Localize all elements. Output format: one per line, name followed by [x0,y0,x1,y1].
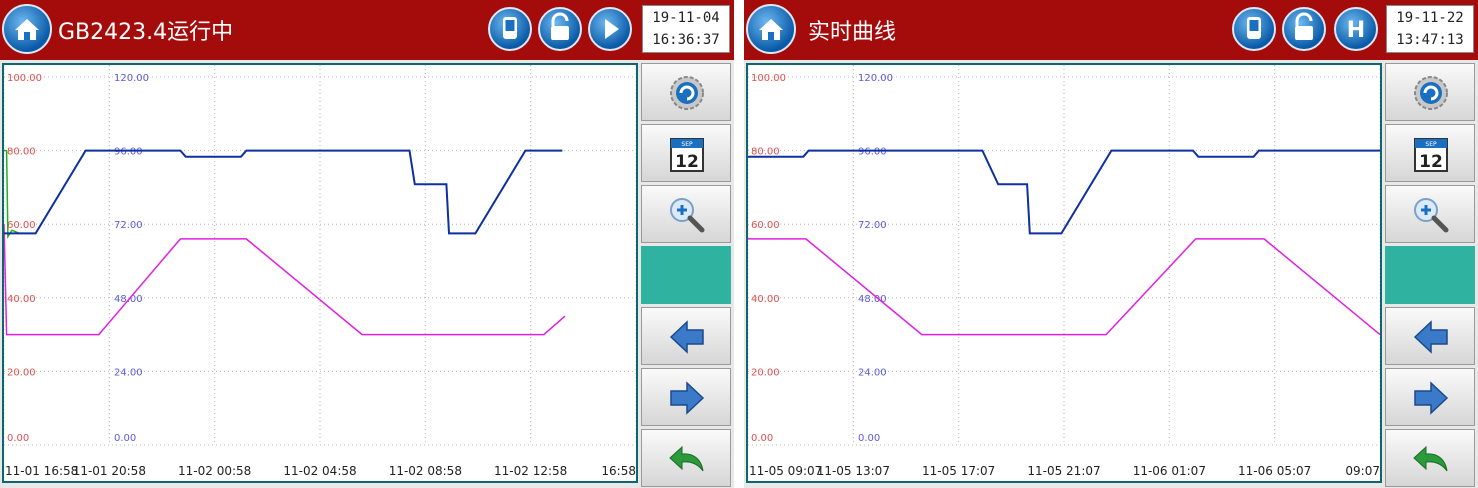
settings-gear-icon [1414,76,1448,110]
trend-chart-plot: 0.0020.0040.0060.0080.00100.000.0024.004… [4,65,636,478]
trend-chart: 0.00 20.00 40.00 60.00 80.00 100.00 0.00 24.00 4… [746,63,1382,483]
sidebar: SEP 12 [1385,63,1478,488]
arrow-left-icon [1413,320,1448,354]
datetime-display: 19-11-04 16:36:37 [642,5,730,53]
empty-slot [1385,246,1475,304]
panel-running: GB2423.4运行中 19-11-04 16:36:37 0.00 20.00 4… [0,0,734,488]
right-axis-tick-label: 120.00 [114,73,149,84]
unlock-icon[interactable] [1282,7,1326,51]
x-axis-tick-label: 11-06 05:07 [1238,464,1311,478]
left-axis-tick-label: 60.00 [751,220,780,231]
clock-date: 19-11-22 [1396,10,1464,26]
x-axis-tick-label: 11-01 16:58 [5,464,78,478]
calendar-day: 12 [675,152,699,172]
x-axis-tick-label: 16:58 [601,464,636,478]
right-axis-tick-label: 96.00 [858,147,887,158]
right-axis-tick-label: 96.00 [114,147,143,158]
calendar-button[interactable]: SEP 12 [1385,124,1475,182]
clock-date: 19-11-04 [652,10,720,26]
x-axis-tick-label: 11-01 20:58 [73,464,146,478]
hold-letter: H [1347,18,1365,43]
hold-icon[interactable]: H [1334,7,1378,51]
series-line [4,224,566,336]
series-line [4,149,563,239]
trend-chart: 0.00 20.00 40.00 60.00 80.00 100.00 0.00 24.00 4… [2,63,638,483]
left-axis-tick-label: 20.00 [751,367,780,378]
scroll-right-button[interactable] [641,368,731,426]
right-axis-tick-label: 72.00 [114,220,143,231]
series-line [4,149,563,235]
settings-gear-icon [670,76,704,110]
calendar-day: 12 [1419,152,1443,172]
home-icon[interactable] [746,4,796,54]
play-icon[interactable] [588,7,632,51]
x-axis-tick-label: 11-02 04:58 [283,464,356,478]
scroll-left-button[interactable] [1385,307,1475,365]
settings-button[interactable] [641,63,731,121]
calendar-icon: SEP 12 [1414,138,1448,172]
series-line [748,149,1380,235]
x-axis-tick-label: 11-05 21:07 [1027,464,1100,478]
x-axis-tick-label: 11-06 01:07 [1133,464,1206,478]
x-axis-tick-label: 11-02 12:58 [494,464,567,478]
left-axis-tick-label: 100.00 [751,73,786,84]
left-axis-tick-label: 100.00 [7,73,42,84]
header-bar: GB2423.4运行中 19-11-04 16:36:37 [0,0,734,60]
x-axis-tick-label: 11-05 09:07 [749,464,822,478]
header-bar: 实时曲线 H 19-11-22 13:47:13 [744,0,1478,60]
right-axis-tick-label: 24.00 [114,367,143,378]
right-axis-tick-label: 120.00 [858,73,893,84]
left-axis-tick-label: 60.00 [7,220,36,231]
zoom-button[interactable] [641,185,731,243]
panel-realtime: 实时曲线 H 19-11-22 13:47:13 0.00 20.00 40.00 6… [744,0,1478,488]
home-icon[interactable] [2,4,52,54]
x-axis-tick-label: 11-02 00:58 [178,464,251,478]
x-axis-tick-label: 11-02 08:58 [389,464,462,478]
scroll-right-button[interactable] [1385,368,1475,426]
right-axis-tick-label: 0.00 [858,433,880,444]
return-icon [669,445,704,472]
right-axis-tick-label: 0.00 [114,433,136,444]
right-axis-tick-label: 48.00 [858,294,887,305]
right-axis-tick-label: 24.00 [858,367,887,378]
left-axis-tick-label: 0.00 [7,433,29,444]
zoom-button[interactable] [1385,185,1475,243]
settings-button[interactable] [1385,63,1475,121]
left-axis-tick-label: 20.00 [7,367,36,378]
x-axis-tick-label: 11-05 17:07 [922,464,995,478]
zoom-in-icon [1414,198,1449,233]
page-title: 实时曲线 [808,20,897,45]
x-axis-tick-label: 11-05 13:07 [817,464,890,478]
sidebar: SEP 12 [641,63,734,488]
calendar-month: SEP [1425,141,1437,148]
calendar-button[interactable]: SEP 12 [641,124,731,182]
arrow-right-icon [670,381,705,415]
right-axis-tick-label: 72.00 [858,220,887,231]
calendar-icon: SEP 12 [670,138,704,172]
left-axis-tick-label: 40.00 [7,294,36,305]
back-button[interactable] [641,429,731,487]
page-title: GB2423.4运行中 [58,20,234,45]
arrow-right-icon [1414,381,1449,415]
left-axis-tick-label: 80.00 [7,147,36,158]
left-axis-tick-label: 0.00 [751,433,773,444]
clock-time: 16:36:37 [652,32,720,48]
empty-slot [641,246,731,304]
back-button[interactable] [1385,429,1475,487]
return-icon [1413,445,1448,472]
trend-chart-plot: 0.0020.0040.0060.0080.00100.000.0024.004… [748,65,1380,478]
zoom-in-icon [670,198,705,233]
series-line [748,149,1380,235]
device-icon[interactable] [1232,7,1276,51]
clock-time: 13:47:13 [1396,32,1464,48]
unlock-icon[interactable] [538,7,582,51]
x-axis-tick-label: 09:07 [1345,464,1380,478]
device-icon[interactable] [488,7,532,51]
left-axis-tick-label: 40.00 [751,294,780,305]
scroll-left-button[interactable] [641,307,731,365]
calendar-month: SEP [681,141,693,148]
arrow-left-icon [669,320,704,354]
datetime-display: 19-11-22 13:47:13 [1386,5,1474,53]
